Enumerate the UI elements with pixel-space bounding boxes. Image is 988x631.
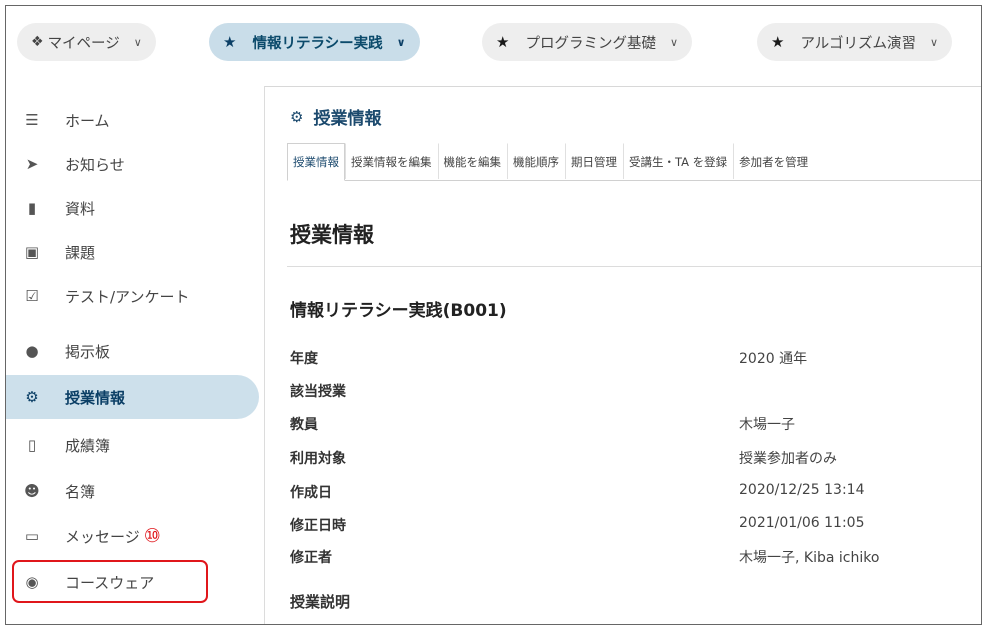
chevron-down-icon: ∨: [930, 35, 939, 49]
sidebar-item-assignments[interactable]: ▣ 課題: [6, 230, 259, 274]
info-row-modifier: 修正者 木場一子, Kiba ichiko: [290, 547, 981, 577]
field-value: 2020/12/25 13:14: [739, 482, 865, 498]
courseware-highlight-box: [12, 560, 208, 603]
section-heading: 授業情報: [290, 223, 374, 247]
tab-feature-order[interactable]: 機能順序: [507, 143, 565, 179]
sidebar-item-label: 課題: [65, 243, 96, 262]
star-icon: ★: [496, 33, 510, 51]
info-row-audience: 利用対象 授業参加者のみ: [290, 448, 981, 478]
sidebar-item-announcements[interactable]: ➤ お知らせ: [6, 142, 259, 186]
book-icon: ▯: [27, 436, 37, 454]
tab-deadline-management[interactable]: 期日管理: [565, 143, 623, 179]
sidebar-item-label: 成績簿: [65, 436, 111, 455]
sidebar-item-label: メッセージ: [65, 527, 140, 546]
app-window: ❖ マイページ ∨ ★ 情報リテラシー実践 ∨ ★ プログラミング基礎 ∨ ★ …: [5, 5, 982, 625]
star-icon: ★: [771, 33, 785, 51]
field-value: 木場一子: [739, 417, 795, 433]
sidebar-item-label: お知らせ: [65, 155, 125, 174]
info-row-created: 作成日 2020/12/25 13:14: [290, 482, 981, 512]
course-tab-programming[interactable]: ★ プログラミング基礎 ∨: [482, 23, 693, 61]
home-icon: ❖: [31, 34, 44, 50]
field-label: 作成日: [290, 485, 332, 501]
course-tab-label: アルゴリズム演習: [800, 35, 917, 52]
message-count-badge: ⑩: [143, 525, 161, 547]
field-value: 2021/01/06 11:05: [739, 515, 865, 531]
course-tab-bar: ❖ マイページ ∨ ★ 情報リテラシー実践 ∨ ★ プログラミング基礎 ∨ ★ …: [6, 6, 981, 87]
field-label: 教員: [290, 417, 318, 433]
sidebar-item-materials[interactable]: ▮ 資料: [6, 186, 259, 230]
megaphone-icon: ➤: [25, 155, 39, 173]
field-label: 該当授業: [290, 384, 346, 400]
sidebar-item-label: 名簿: [65, 482, 96, 501]
field-label: 修正者: [290, 550, 332, 566]
info-row-year: 年度 2020 通年: [290, 348, 981, 378]
users-icon: ☻: [24, 482, 40, 500]
checkbox-icon: ☑: [25, 287, 39, 305]
field-value: 授業参加者のみ: [739, 451, 837, 467]
sidebar-item-roster[interactable]: ☻ 名簿: [6, 469, 259, 513]
sidebar-item-label: 資料: [65, 199, 96, 218]
sidebar-item-home[interactable]: ☰ ホーム: [6, 98, 259, 142]
chevron-down-icon: ∨: [396, 35, 406, 49]
course-tab-info-literacy[interactable]: ★ 情報リテラシー実践 ∨: [209, 23, 420, 61]
sidebar-item-label: 掲示板: [65, 342, 111, 361]
tab-edit-features[interactable]: 機能を編集: [437, 143, 508, 179]
page-title: ⚙ 授業情報: [290, 104, 382, 130]
description-heading: 授業説明: [290, 593, 351, 611]
inbox-icon: ▭: [24, 527, 40, 545]
sidebar-item-board[interactable]: ● 掲示板: [6, 329, 259, 373]
gear-icon: ⚙: [290, 107, 304, 126]
tab-register-students[interactable]: 受講生・TA を登録: [623, 143, 733, 179]
chevron-down-icon: ∨: [669, 35, 679, 49]
sidebar-item-label: 授業情報: [65, 388, 126, 407]
field-label: 修正日時: [290, 518, 346, 534]
star-icon: ★: [223, 33, 237, 51]
info-row-class: 該当授業: [290, 381, 981, 411]
field-label: 利用対象: [290, 451, 346, 467]
field-value: 木場一子, Kiba ichiko: [739, 550, 880, 566]
info-row-modified: 修正日時 2021/01/06 11:05: [290, 515, 981, 545]
chat-icon: ●: [25, 342, 39, 360]
field-value: 2020 通年: [739, 351, 808, 367]
folder-icon: ▮: [27, 199, 37, 217]
sidebar-item-label: テスト/アンケート: [65, 287, 190, 306]
course-name: 情報リテラシー実践(B001): [290, 301, 507, 321]
course-tab-label: プログラミング基礎: [525, 35, 656, 52]
file-icon: ▣: [24, 243, 40, 261]
gear-icon: ⚙: [25, 388, 39, 406]
course-settings-tabs: 授業情報 授業情報を編集 機能を編集 機能順序 期日管理 受講生・TA を登録 …: [287, 143, 981, 181]
divider: [287, 266, 981, 267]
list-icon: ☰: [25, 111, 39, 129]
sidebar: ☰ ホーム ➤ お知らせ ▮ 資料 ▣ 課題 ☑ テスト/アンケート ● 掲示板…: [6, 86, 265, 624]
info-row-teacher: 教員 木場一子: [290, 414, 981, 444]
page-title-label: 授業情報: [313, 109, 382, 129]
chevron-down-icon: ∨: [133, 35, 142, 49]
tab-course-info[interactable]: 授業情報: [287, 143, 345, 181]
sidebar-item-course-info[interactable]: ⚙ 授業情報: [6, 375, 259, 419]
main-content: ⚙ 授業情報 授業情報 授業情報を編集 機能を編集 機能順序 期日管理 受講生・…: [265, 86, 981, 624]
sidebar-item-tests[interactable]: ☑ テスト/アンケート: [6, 274, 259, 318]
field-label: 年度: [290, 351, 318, 367]
sidebar-item-gradebook[interactable]: ▯ 成績簿: [6, 423, 259, 467]
course-tab-label: 情報リテラシー実践: [252, 35, 383, 52]
course-tab-label: マイページ: [47, 35, 120, 52]
sidebar-item-label: ホーム: [65, 111, 110, 130]
course-tab-mypage[interactable]: ❖ マイページ ∨: [17, 23, 156, 61]
course-tab-algorithm[interactable]: ★ アルゴリズム演習 ∨: [757, 23, 953, 61]
tab-edit-course-info[interactable]: 授業情報を編集: [345, 143, 438, 179]
sidebar-item-messages[interactable]: ▭ メッセージ ⑩: [6, 514, 259, 558]
tab-manage-participants[interactable]: 参加者を管理: [733, 143, 814, 179]
